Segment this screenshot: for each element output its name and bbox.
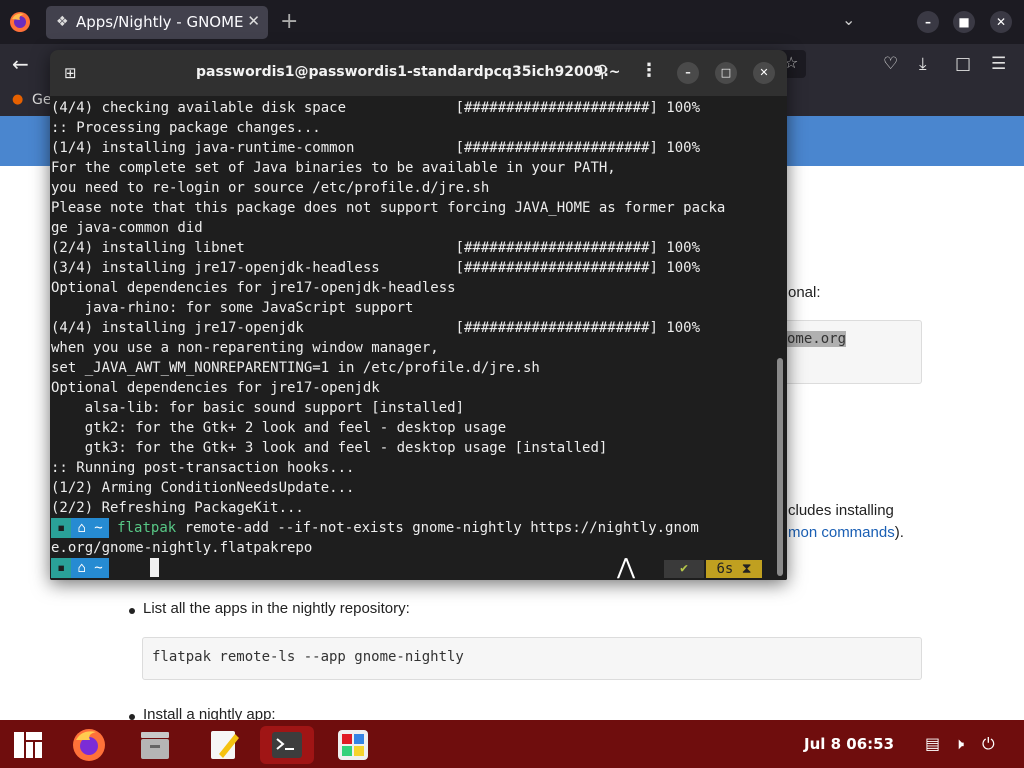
tab-close-icon[interactable]: ✕ (247, 12, 260, 30)
software-store-icon[interactable] (334, 726, 372, 764)
extensions-icon[interactable]: □ (955, 54, 971, 74)
terminal-line: :: Running post-transaction hooks... (51, 460, 355, 476)
code-block-remote: ome.org (770, 320, 922, 384)
minimize-icon[interactable]: – (677, 62, 699, 84)
power-icon[interactable]: ⏻ (982, 734, 995, 754)
screen-icon[interactable]: ▤ (925, 734, 940, 753)
terminal-line: when you use a non-reparenting window ma… (51, 340, 439, 356)
terminal-line: Please note that this package does not s… (51, 200, 726, 216)
terminal-line: (4/4) checking available disk space [###… (51, 100, 701, 116)
os-segment: ▪ (51, 558, 72, 578)
maximize-icon[interactable]: ■ (953, 11, 975, 33)
terminal-line: ge java-common did (51, 220, 203, 236)
terminal-line: :: Processing package changes... (51, 120, 321, 136)
gnome-tab-icon: ❖ (56, 14, 69, 30)
bullet (129, 608, 135, 614)
terminal-line: Optional dependencies for jre17-openjdk-… (51, 280, 456, 296)
terminal-line: (2/2) Refreshing PackageKit... (51, 500, 304, 516)
command-binary: flatpak (117, 520, 177, 536)
text-editor-icon[interactable] (205, 726, 243, 764)
dir-segment: ⌂ ~ (71, 518, 109, 538)
terminal-line: (2/4) installing libnet [###############… (51, 240, 701, 256)
firefox-menu-icon[interactable] (8, 10, 32, 34)
ibeam-cursor-icon: ⋀ (617, 555, 636, 580)
bookmark-label[interactable]: Ge (32, 92, 51, 108)
terminal-line: java-rhino: for some JavaScript support (51, 300, 414, 316)
terminal-line: you need to re-login or source /etc/prof… (51, 180, 490, 196)
back-arrow-icon[interactable]: ← (12, 52, 29, 76)
terminal-window[interactable]: ⊞ passwordis1@passwordis1-standardpcq35i… (50, 50, 787, 580)
command-line: ▪ ⌂ ~ flatpak remote-add --if-not-exists … (51, 518, 699, 538)
tab-strip: ❖ Apps/Nightly - GNOME ✕ + ⌄ – ■ ✕ (0, 0, 1024, 44)
os-segment: ▪ (51, 518, 72, 538)
terminal-line: gtk2: for the Gtk+ 2 look and feel - des… (51, 420, 507, 436)
close-icon[interactable]: ✕ (990, 11, 1012, 33)
dir-segment: ⌂ ~ (71, 558, 109, 578)
terminal-scrollbar[interactable] (777, 358, 783, 576)
firefox-icon[interactable] (70, 726, 108, 764)
hamburger-menu-icon[interactable]: ☰ (991, 54, 1006, 74)
common-commands-tail: ). (894, 524, 904, 541)
minimize-icon[interactable]: – (917, 11, 939, 33)
close-icon[interactable]: ✕ (753, 62, 775, 84)
maximize-icon[interactable]: □ (715, 62, 737, 84)
terminal-line: (1/4) installing java-runtime-common [##… (51, 140, 701, 156)
chevron-down-icon[interactable]: ⌄ (842, 10, 855, 29)
code-text[interactable]: flatpak remote-ls --app gnome-nightly (152, 649, 464, 665)
text-cursor (150, 558, 159, 577)
terminal-line: gtk3: for the Gtk+ 3 look and feel - des… (51, 440, 608, 456)
kebab-menu-icon[interactable]: ⋮ (640, 60, 658, 81)
terminal-line: Optional dependencies for jre17-openjdk (51, 380, 380, 396)
clock[interactable]: Jul 8 06:53 (804, 735, 894, 753)
code-block-remote-ls: flatpak remote-ls --app gnome-nightly (142, 637, 922, 680)
pocket-icon[interactable]: ♡ (883, 54, 898, 74)
terminal-icon[interactable] (268, 726, 306, 764)
terminal-title: passwordis1@passwordis1-standardpcq35ich… (196, 64, 621, 80)
volume-icon[interactable]: 🕨 (954, 734, 964, 754)
terminal-line: (3/4) installing jre17-openjdk-headless … (51, 260, 701, 276)
selected-code-text[interactable]: ome.org (787, 331, 847, 347)
terminal-line: set _JAVA_AWT_WM_NONREPARENTING=1 in /et… (51, 360, 540, 376)
download-icon[interactable]: ⤓ (919, 54, 927, 74)
taskbar: Jul 8 06:53 ▤ 🕨 ⏻ (0, 720, 1024, 768)
terminal-line: (4/4) installing jre17-openjdk [########… (51, 320, 701, 336)
command-line-wrap: e.org/gnome-nightly.flatpakrepo (51, 540, 313, 556)
terminal-line: (1/2) Arming ConditionNeedsUpdate... (51, 480, 355, 496)
file-manager-icon[interactable] (136, 726, 174, 764)
terminal-line: alsa-lib: for basic sound support [insta… (51, 400, 465, 416)
tab-gnome-nightly[interactable]: ❖ Apps/Nightly - GNOME ✕ (46, 6, 268, 39)
common-commands-line: mon commands). (788, 524, 904, 541)
new-tab-icon[interactable]: ⊞ (64, 64, 77, 82)
browser-window: ❖ Apps/Nightly - GNOME ✕ + ⌄ – ■ ✕ ← ☆ ♡… (0, 0, 1024, 723)
status-ok-segment: ✔ (664, 560, 704, 578)
terminal-header-bar[interactable]: ⊞ passwordis1@passwordis1-standardpcq35i… (50, 50, 787, 96)
tab-title: Apps/Nightly - GNOME (76, 13, 244, 31)
new-tab-plus-icon[interactable]: + (280, 9, 298, 34)
includes-text: cludes installing (788, 502, 894, 519)
optional-text: onal: (788, 284, 821, 301)
list-item-list-apps: List all the apps in the nightly reposit… (143, 600, 410, 617)
status-time-segment: 6s ⧗ (706, 560, 762, 578)
command-args: remote-add --if-not-exists gnome-nightly… (176, 520, 699, 536)
search-icon[interactable]: ⚲ (596, 62, 608, 82)
common-commands-link[interactable]: mon commands (788, 524, 895, 541)
app-menu-icon[interactable] (9, 726, 47, 764)
terminal-output[interactable]: (4/4) checking available disk space [###… (50, 96, 787, 580)
bookmark-icon: ● (12, 92, 24, 107)
terminal-line: For the complete set of Java binaries to… (51, 160, 616, 176)
active-prompt: ▪ ⌂ ~ (51, 558, 109, 578)
